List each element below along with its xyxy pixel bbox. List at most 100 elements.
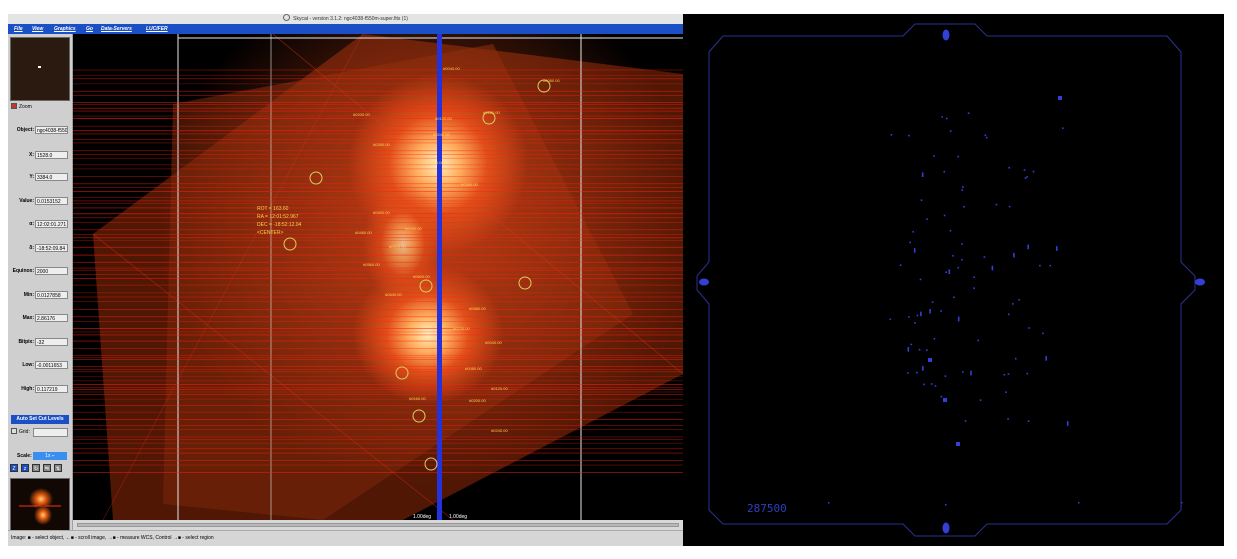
fiber-dot[interactable] <box>912 231 914 233</box>
fiber-dot[interactable] <box>1008 205 1011 208</box>
fiber-dot[interactable] <box>1056 246 1058 251</box>
fiber-dot[interactable] <box>973 276 975 278</box>
fiber-marker-square[interactable] <box>943 398 947 402</box>
horizontal-scrollbar[interactable] <box>73 520 683 530</box>
fiber-dot[interactable] <box>919 278 922 281</box>
fiber-dot[interactable] <box>1008 166 1010 169</box>
menu-view[interactable]: View <box>32 24 43 34</box>
fiber-dot[interactable] <box>914 322 916 324</box>
fiber-dot[interactable] <box>961 189 964 191</box>
field-value[interactable]: -0.0011653 <box>35 361 68 369</box>
field-value[interactable]: 0.0127858 <box>35 291 68 299</box>
window-titlebar[interactable]: Skycat - version 3.1.2: ngc4038-f550m-su… <box>8 14 683 24</box>
fiber-dot[interactable] <box>949 130 952 132</box>
fiber-dot[interactable] <box>928 359 930 361</box>
fiber-dot[interactable] <box>944 375 947 377</box>
rotate-icon[interactable]: ↻ <box>32 464 40 472</box>
fiber-dot[interactable] <box>934 385 937 387</box>
auto-cut-button[interactable]: Auto Set Cut Levels <box>11 415 69 424</box>
fiber-dot[interactable] <box>948 269 951 275</box>
fiber-dot[interactable] <box>957 316 960 322</box>
fiber-dot[interactable] <box>941 116 943 118</box>
grid-toggle[interactable]: Grid: <box>11 428 69 437</box>
field-value[interactable]: -32 <box>35 338 68 346</box>
field-value[interactable]: 0.0153152 <box>35 197 68 205</box>
fiber-dot[interactable] <box>977 339 979 342</box>
menu-go[interactable]: Go <box>86 24 93 34</box>
fiber-dot[interactable] <box>1039 264 1041 267</box>
fiber-dot[interactable] <box>1045 356 1047 361</box>
fiber-dot[interactable] <box>923 383 925 386</box>
fiber-dot[interactable] <box>1014 357 1017 360</box>
fiber-dot[interactable] <box>945 117 948 120</box>
fiber-dot[interactable] <box>1007 373 1010 375</box>
fiber-dot[interactable] <box>1066 421 1069 426</box>
fiber-dot[interactable] <box>1026 372 1029 375</box>
fiber-dot[interactable] <box>1003 373 1006 376</box>
zoom-in-icon[interactable]: Z <box>10 464 18 472</box>
fiber-dot[interactable] <box>953 296 955 299</box>
field-value[interactable]: 12:02:01.271 <box>35 220 68 228</box>
fiber-marker-square[interactable] <box>956 442 960 446</box>
field-value[interactable]: 1528.0 <box>35 151 68 159</box>
fiber-dot[interactable] <box>963 206 965 208</box>
fiber-dot[interactable] <box>933 155 935 157</box>
fiber-dot[interactable] <box>984 134 987 137</box>
fiber-dot[interactable] <box>930 383 933 385</box>
image-canvas[interactable]: #0040.00 #0080.00 #0120.00 #0160.00 #0200.00… <box>73 34 683 520</box>
fiber-dot[interactable] <box>921 172 924 177</box>
pan-thumbnail[interactable] <box>10 37 70 101</box>
fiber-dot[interactable] <box>983 256 986 258</box>
fiber-dot[interactable] <box>910 343 913 346</box>
fiber-dot[interactable] <box>907 372 909 374</box>
fiber-dot[interactable] <box>899 264 902 266</box>
fiber-dot[interactable] <box>1012 303 1014 305</box>
fiber-dot[interactable] <box>943 214 946 217</box>
fiber-dot[interactable] <box>918 348 921 351</box>
flip-y-icon[interactable]: ⇅ <box>54 464 62 472</box>
fiber-dot[interactable] <box>1007 418 1009 420</box>
fiber-dot[interactable] <box>920 311 922 317</box>
fiber-dot[interactable] <box>909 241 911 244</box>
fiber-dot[interactable] <box>908 316 910 318</box>
field-value[interactable]: ngc4038-f550m <box>35 126 68 134</box>
menu-lucifer[interactable]: LUCIFER <box>146 24 168 34</box>
fiber-dot[interactable] <box>890 134 893 136</box>
field-value[interactable]: 2.86176 <box>35 314 68 322</box>
fiber-dot[interactable] <box>1008 313 1010 316</box>
fiber-dot[interactable] <box>1026 176 1028 178</box>
zoom-out-icon[interactable]: z <box>21 464 29 472</box>
fiber-dot[interactable] <box>962 186 964 188</box>
fiber-dot[interactable] <box>940 395 943 398</box>
fiber-dot[interactable] <box>916 314 919 317</box>
zoom-toggle[interactable]: Zoom <box>11 103 32 110</box>
fiber-dot[interactable] <box>1018 299 1020 301</box>
menu-data-servers[interactable]: Data-Servers <box>101 24 132 34</box>
menu-graphics[interactable]: Graphics <box>54 24 76 34</box>
fiber-dot[interactable] <box>957 266 959 269</box>
fiber-dot[interactable] <box>949 229 952 232</box>
fiber-positioner-view[interactable]: 287500 <box>683 14 1224 546</box>
fiber-dot[interactable] <box>1049 264 1051 267</box>
fiber-dot[interactable] <box>961 243 963 245</box>
slit-bar[interactable] <box>437 34 442 520</box>
grid-checkbox[interactable] <box>11 428 17 434</box>
fiber-dot[interactable] <box>940 310 942 312</box>
fiber-dot[interactable] <box>889 318 892 321</box>
scrollbar-track[interactable] <box>77 523 679 527</box>
fiber-dot[interactable] <box>991 265 994 271</box>
field-value[interactable]: 0.117219 <box>35 385 68 393</box>
fiber-dot[interactable] <box>920 199 923 201</box>
fiber-dot[interactable] <box>922 366 924 371</box>
field-value[interactable]: 3384.0 <box>35 173 68 181</box>
fiber-dot[interactable] <box>957 155 959 158</box>
fiber-dot[interactable] <box>961 258 963 261</box>
fiber-dot[interactable] <box>964 420 967 422</box>
zoom-checkbox[interactable] <box>11 103 17 109</box>
fiber-dot[interactable] <box>1028 327 1030 329</box>
fiber-dot[interactable] <box>973 287 975 289</box>
fiber-dot[interactable] <box>967 112 970 114</box>
fiber-dot[interactable] <box>926 349 928 351</box>
fiber-dot[interactable] <box>1023 169 1026 171</box>
menu-file[interactable]: File <box>14 24 23 34</box>
